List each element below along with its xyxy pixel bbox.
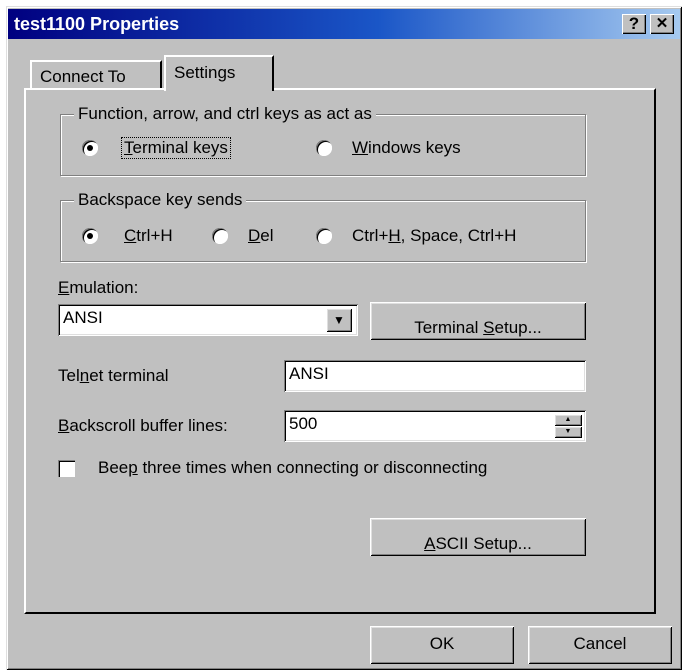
radio-terminal-keys[interactable] <box>82 140 98 156</box>
backscroll-label: Backscroll buffer lines: <box>58 416 228 435</box>
radio-ctrl-h[interactable] <box>82 228 98 244</box>
radio-selected-dot <box>87 233 93 239</box>
emulation-value: ANSI <box>63 308 103 327</box>
tab-settings[interactable]: Settings <box>164 55 274 91</box>
window-title: test1100 Properties <box>14 14 180 34</box>
ok-label: OK <box>429 634 455 653</box>
radio-windows-keys[interactable] <box>316 140 332 156</box>
emulation-select[interactable]: ANSI ▼ <box>58 304 358 336</box>
tab-connect-to-label: Connect To <box>40 67 126 86</box>
radio-ctrl-h-space[interactable] <box>316 228 332 244</box>
telnet-terminal-field[interactable]: ANSI <box>284 360 586 392</box>
ok-button[interactable]: OK <box>370 626 514 664</box>
radio-ctrl-h-label[interactable]: Ctrl+H <box>124 226 173 246</box>
terminal-setup-button[interactable]: Terminal Setup... <box>370 302 586 340</box>
beep-checkbox[interactable] <box>58 460 75 477</box>
cancel-button[interactable]: Cancel <box>528 626 672 664</box>
backspace-group-legend: Backspace key sends <box>74 190 247 210</box>
close-button[interactable]: ✕ <box>650 14 674 34</box>
tab-connect-to[interactable]: Connect To <box>30 60 162 88</box>
chevron-down-icon[interactable]: ▼ <box>326 308 352 332</box>
radio-terminal-keys-label[interactable]: Terminal keys <box>121 137 231 159</box>
telnet-terminal-label: Telnet terminal <box>58 366 169 385</box>
telnet-terminal-value: ANSI <box>289 364 329 383</box>
emulation-label: Emulation: <box>58 278 139 297</box>
radio-selected-dot <box>87 145 93 151</box>
terminal-setup-label: Terminal Setup... <box>414 318 542 337</box>
radio-del[interactable] <box>212 228 228 244</box>
spin-up-icon[interactable]: ▲ <box>554 414 582 426</box>
ascii-setup-label: ASCII Setup... <box>424 534 532 553</box>
backscroll-value: 500 <box>289 414 318 433</box>
beep-checkbox-label[interactable]: Beep three times when connecting or disc… <box>98 458 487 478</box>
radio-del-label[interactable]: Del <box>248 226 274 246</box>
help-button[interactable]: ? <box>622 14 646 34</box>
backscroll-spinner[interactable]: 500 ▲ ▼ <box>284 410 586 442</box>
ascii-setup-button[interactable]: ASCII Setup... <box>370 518 586 556</box>
title-bar: test1100 Properties ? ✕ <box>8 9 680 39</box>
spin-down-icon[interactable]: ▼ <box>554 426 582 438</box>
cancel-label: Cancel <box>573 634 627 653</box>
tab-settings-label: Settings <box>174 63 236 82</box>
radio-windows-keys-label[interactable]: Windows keys <box>352 138 461 158</box>
keys-group-legend: Function, arrow, and ctrl keys as act as <box>74 104 376 124</box>
radio-ctrl-h-space-label[interactable]: Ctrl+H, Space, Ctrl+H <box>352 226 516 246</box>
